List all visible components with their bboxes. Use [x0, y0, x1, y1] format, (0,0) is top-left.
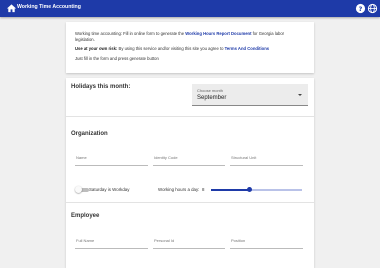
globe-icon[interactable]: [367, 3, 378, 14]
risk-text: By using this service and/or visiting th…: [117, 46, 225, 51]
saturday-toggle-knob[interactable]: [75, 186, 82, 193]
structural-unit-placeholder: Structural Unit: [231, 155, 257, 160]
month-select-value: September: [197, 95, 227, 101]
section-divider-2: [66, 202, 314, 203]
position-field[interactable]: Position: [230, 236, 303, 249]
full-name-placeholder: Full Name: [76, 238, 95, 243]
name-field[interactable]: Name: [75, 153, 148, 166]
position-placeholder: Position: [231, 238, 246, 243]
identity-code-field[interactable]: Identity Code: [153, 153, 225, 166]
month-select-label: Choose month: [197, 88, 224, 93]
intro-card: Working time accounting: Fill in online …: [66, 22, 314, 73]
report-document-link[interactable]: Working Hours Report Document: [185, 31, 251, 36]
name-placeholder: Name: [76, 155, 87, 160]
form-card: Holidays this month: Choose month Septem…: [66, 78, 314, 268]
full-name-field[interactable]: Full Name: [75, 236, 148, 249]
terms-link[interactable]: Terms And Conditions: [225, 46, 269, 51]
intro-paragraph: Working time accounting: Fill in online …: [75, 31, 284, 36]
section-divider: [66, 116, 314, 117]
instruction-text: Just fill in the form and press generate…: [75, 56, 159, 61]
organization-title: Organization: [71, 131, 108, 137]
help-icon[interactable]: ?: [355, 3, 366, 14]
home-icon[interactable]: [6, 3, 17, 14]
working-hours-label: Working hours a day:: [158, 187, 200, 192]
intro-text-end: for Georgia labor: [251, 31, 285, 36]
dropdown-arrow-icon: [298, 94, 302, 96]
holidays-title: Holidays this month:: [71, 84, 131, 90]
personal-id-placeholder: Personal Id: [154, 238, 175, 243]
risk-label: Use at your own risk:: [75, 46, 118, 51]
month-select[interactable]: Choose month September: [192, 84, 308, 106]
identity-code-placeholder: Identity Code: [154, 155, 178, 160]
working-hours-value: 8: [202, 187, 205, 192]
svg-text:?: ?: [359, 5, 363, 13]
working-hours-slider-fill: [211, 189, 250, 191]
app-bar: Working Time Accounting ?: [0, 0, 380, 17]
risk-notice: Use at your own risk: By using this serv…: [75, 46, 269, 51]
intro-text: Working time accounting: Fill in online …: [75, 31, 186, 36]
personal-id-field[interactable]: Personal Id: [153, 236, 225, 249]
app-title: Working Time Accounting: [17, 4, 81, 10]
intro-paragraph-cont: legislation.: [75, 37, 95, 42]
structural-unit-field[interactable]: Structural Unit: [230, 153, 303, 166]
saturday-toggle-label: Saturday is Workday: [89, 187, 130, 192]
employee-title: Employee: [71, 213, 100, 219]
working-hours-slider-thumb[interactable]: [246, 187, 252, 192]
